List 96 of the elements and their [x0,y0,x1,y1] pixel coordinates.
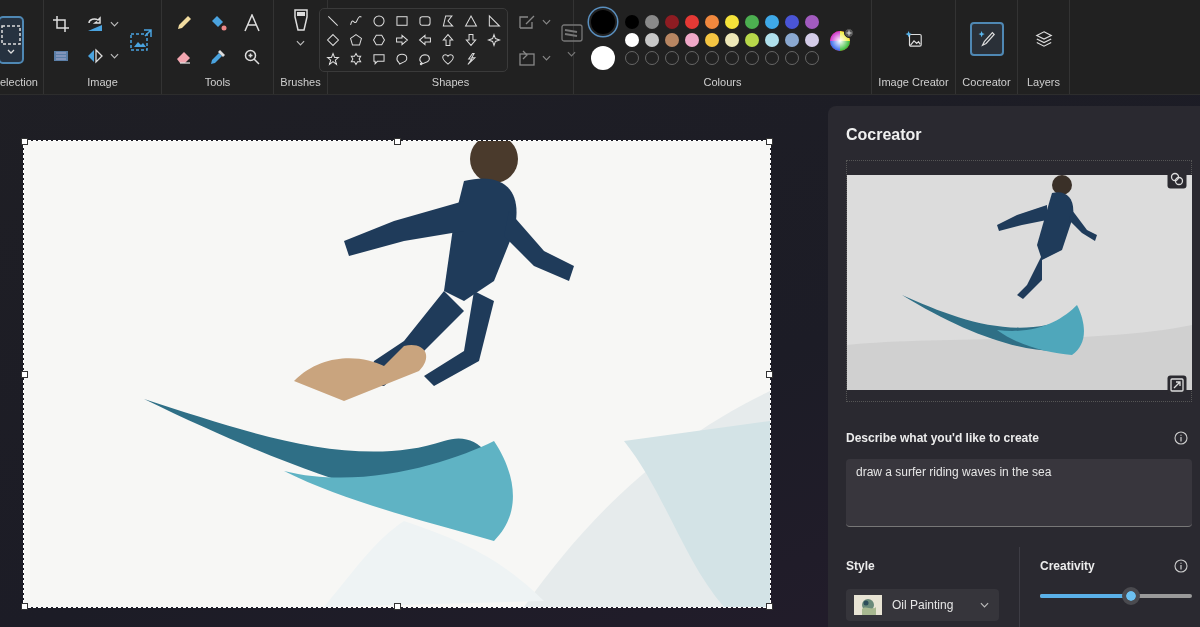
crop-icon[interactable] [52,15,70,33]
color-swatch[interactable] [724,33,739,47]
selection-button[interactable] [0,16,24,64]
prompt-field[interactable]: draw a surfer riding waves in the sea [846,459,1192,527]
pentagon-icon[interactable] [348,33,363,47]
caret-icon[interactable] [296,40,305,46]
group-label: election [0,76,38,88]
link-icon[interactable] [1167,169,1187,189]
fill-icon[interactable] [517,49,536,67]
zoom-icon[interactable] [242,48,261,66]
sparkle-brush-icon [977,30,996,48]
outline-icon[interactable] [517,13,536,31]
caret-icon[interactable] [541,55,551,61]
brush-icon[interactable] [291,8,310,32]
arrow-down-icon[interactable] [463,33,478,47]
color-swatch[interactable] [684,33,699,47]
current-color[interactable] [590,10,615,34]
panel-title: Cocreator [846,126,923,144]
edit-colors-icon[interactable] [828,27,855,53]
group-label: Tools [204,76,231,88]
color-swatch[interactable] [764,15,779,29]
right-triangle-icon[interactable] [486,14,501,28]
resize-handle[interactable] [21,371,28,378]
color-swatch[interactable] [624,33,639,47]
layers-icon [1034,30,1053,48]
resize-handle[interactable] [766,603,773,610]
cocreator-button[interactable] [969,22,1004,56]
color-swatch[interactable] [764,33,779,47]
resize-handle[interactable] [394,138,401,145]
polygon-icon[interactable] [440,14,455,28]
color-swatch[interactable] [664,15,679,29]
group-label: Cocreator [962,76,1011,88]
group-label: Image Creator [878,76,949,88]
color-swatch[interactable] [724,15,739,29]
sparkle-picture-icon [904,30,923,48]
heart-icon[interactable] [440,52,455,66]
arrow-right-icon[interactable] [394,33,409,47]
caret-icon[interactable] [110,53,119,59]
flip-icon[interactable] [86,47,104,65]
star-icon[interactable] [325,52,340,66]
group-label: Colours [703,76,742,88]
creativity-slider[interactable] [1040,587,1192,605]
oval-callout-icon[interactable] [394,52,409,66]
resize-handle[interactable] [766,138,773,145]
resize-handle[interactable] [21,603,28,610]
arrow-up-icon[interactable] [440,33,455,47]
group-label: Layers [1027,76,1060,88]
color-swatch[interactable] [744,33,759,47]
rectangle-icon[interactable] [394,14,409,28]
slider-thumb[interactable] [1122,587,1141,605]
color-picker-icon[interactable] [208,48,227,66]
color-swatch[interactable] [644,33,659,47]
four-point-star-icon[interactable] [486,33,501,47]
color-swatch[interactable] [704,33,719,47]
curve-icon[interactable] [348,14,363,28]
style-dropdown[interactable]: Oil Painting [846,589,999,621]
info-icon[interactable] [1174,559,1188,573]
triangle-icon[interactable] [463,14,478,28]
oval-icon[interactable] [371,14,386,28]
caret-icon [980,602,989,608]
color-swatch[interactable] [744,15,759,29]
color-swatch[interactable] [784,33,799,47]
color-swatch[interactable] [784,15,799,29]
caret-icon[interactable] [110,21,119,27]
style-label: Style [846,559,876,573]
rotate-icon[interactable] [86,15,104,33]
six-point-star-icon[interactable] [348,52,363,66]
color-swatch[interactable] [804,33,819,47]
color-swatch[interactable] [704,15,719,29]
hexagon-icon[interactable] [371,33,386,47]
color-swatch[interactable] [624,15,639,29]
caret-icon[interactable] [567,51,576,57]
group-label: Brushes [280,76,321,88]
text-icon[interactable] [242,14,261,32]
group-label: Shapes [431,76,470,88]
arrow-left-icon[interactable] [417,33,432,47]
diamond-icon[interactable] [325,33,340,47]
rounded-rectangle-icon[interactable] [417,14,432,28]
color-swatch[interactable] [644,15,659,29]
resize-handle[interactable] [766,371,773,378]
color-swatch[interactable] [684,15,699,29]
resize-handle[interactable] [21,138,28,145]
info-icon[interactable] [1174,431,1188,445]
color-swatch[interactable] [664,33,679,47]
group-label: Image [87,76,118,88]
line-width-icon[interactable] [560,23,583,43]
line-icon[interactable] [325,14,340,28]
canvas-size-icon[interactable] [129,28,153,52]
current-color[interactable] [590,46,615,70]
color-swatch[interactable] [804,15,819,29]
resize-handle[interactable] [394,603,401,610]
cloud-callout-icon[interactable] [417,52,432,66]
speech-bubble-icon[interactable] [371,52,386,66]
caret-icon[interactable] [541,19,551,25]
prompt-label: Describe what you'd like to create [846,431,1039,445]
creativity-label: Creativity [1040,559,1095,573]
